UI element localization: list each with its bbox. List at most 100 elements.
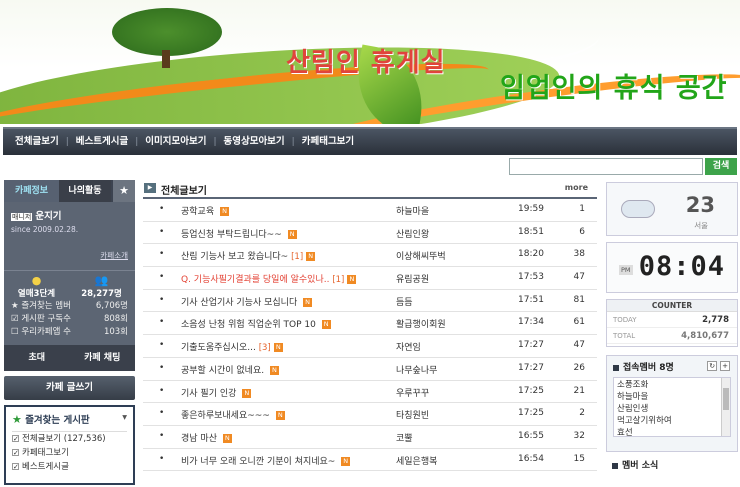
- cafe-rank: ● 열매3단계: [4, 274, 69, 299]
- manager-nickname[interactable]: 운지기: [35, 211, 61, 222]
- post-title[interactable]: 소음성 난청 위험 직업순위 TOP 10 N: [181, 317, 331, 330]
- bullet-icon: •: [159, 294, 165, 305]
- post-author[interactable]: 코뿔: [396, 431, 413, 444]
- banner-tree-trunk: [162, 50, 170, 68]
- weather-city: 서울: [694, 221, 708, 230]
- member-count[interactable]: 👥 28,277명: [69, 274, 134, 299]
- checkbox-icon: ✓: [12, 449, 19, 457]
- post-time: 18:20: [518, 249, 544, 260]
- online-member-list: 소풍조화 하늘마을 산림인생 먹고살기위하여 효선: [613, 377, 731, 437]
- counter-today: TODAY 2,778: [607, 312, 737, 328]
- post-row[interactable]: • 경남 마산 N 코뿔 16:55 32: [143, 426, 597, 449]
- post-title[interactable]: Q. 기능사필기결과를 당일에 알수있나.. [1] N: [181, 272, 357, 286]
- tab-cafe-info[interactable]: 카페정보: [4, 180, 59, 202]
- nav-videos[interactable]: 동영상모아보기: [216, 129, 291, 155]
- post-row[interactable]: • Q. 기능사필기결과를 당일에 알수있나.. [1] N 유림공원 17:53 47: [143, 267, 597, 290]
- cafe-action-buttons: 초대 카페 채팅: [4, 345, 135, 371]
- post-title[interactable]: 기출도움주십시오... [3] N: [181, 340, 283, 353]
- comment-count: [1]: [332, 275, 345, 286]
- checkbox-icon: ✓: [12, 435, 19, 443]
- bullet-icon: •: [159, 317, 165, 328]
- post-title[interactable]: 공부할 시간이 없네요. N: [181, 363, 279, 376]
- nav-best-posts[interactable]: 베스트게시글: [69, 129, 135, 155]
- favorite-board-item[interactable]: ✓ 카페태그보기: [12, 447, 127, 460]
- post-list-title[interactable]: 전체글보기: [161, 182, 207, 197]
- post-row[interactable]: • 등업신청 부탁드립니다~~ N 산림인왕 18:51 6: [143, 222, 597, 245]
- cafe-stats: ★ 즐겨찾는 멤버 6,706명 ☑ 게시판 구독수 808회 ☐ 우리카페앱 수1…: [4, 301, 135, 345]
- post-author[interactable]: 산림인왕: [396, 227, 429, 240]
- post-title[interactable]: 기사 산업기사 기능사 모십니다 N: [181, 295, 313, 308]
- post-author[interactable]: 유림공원: [396, 272, 429, 285]
- post-row[interactable]: • 기사 산업기사 기능사 모십니다 N 듬듬 17:51 81: [143, 290, 597, 313]
- post-title[interactable]: 경남 마산 N: [181, 431, 232, 444]
- post-title[interactable]: 좋은하루보내세요~~~ N: [181, 408, 285, 421]
- search-input[interactable]: [509, 158, 703, 175]
- post-row[interactable]: • 산림 기능사 보고 왔습니다~ [1] N 이상해씨뚜벅 18:20 38: [143, 244, 597, 268]
- write-post-button[interactable]: 카페 글쓰기: [4, 376, 135, 400]
- bullet-icon: •: [159, 453, 165, 464]
- nav-images[interactable]: 이미지모아보기: [138, 129, 213, 155]
- new-icon: N: [347, 275, 357, 285]
- online-member[interactable]: 산림인생: [617, 403, 727, 415]
- chevron-down-icon[interactable]: ▾: [122, 412, 127, 423]
- bullet-icon: •: [159, 408, 165, 419]
- post-author[interactable]: 활급행이회원: [396, 317, 446, 330]
- post-author[interactable]: 듬듬: [396, 295, 413, 308]
- invite-button[interactable]: 초대: [4, 345, 70, 371]
- post-author[interactable]: 자연임: [396, 340, 421, 353]
- post-title[interactable]: 공학교육 N: [181, 204, 229, 217]
- online-member[interactable]: 소풍조화: [617, 379, 727, 391]
- clock-widget: PM 08:04: [606, 242, 738, 293]
- post-row[interactable]: • 공부할 시간이 없네요. N 나무숲나무 17:27 26: [143, 358, 597, 381]
- post-row[interactable]: • 기출도움주십시오... [3] N 자연임 17:27 47: [143, 335, 597, 358]
- online-member[interactable]: 하늘마을: [617, 391, 727, 403]
- post-author[interactable]: 이상해씨뚜벅: [396, 249, 446, 262]
- star-icon: ★: [12, 413, 22, 426]
- post-views: 38: [573, 249, 585, 260]
- post-author[interactable]: 하늘마을: [396, 204, 429, 217]
- member-news-title: 멤버 소식: [606, 458, 738, 471]
- new-icon: N: [303, 297, 313, 307]
- bullet-icon: •: [159, 249, 165, 260]
- favorite-board-item[interactable]: ✓ 베스트게시글: [12, 461, 127, 474]
- favorite-boards-header[interactable]: ★ 즐겨찾는 게시판 ▾: [12, 412, 127, 432]
- post-row[interactable]: • 공학교육 N 하늘마을 19:59 1: [143, 199, 597, 222]
- post-time: 17:25: [518, 385, 544, 396]
- post-row[interactable]: • 기사 필기 인강 N 우루꾸꾸 17:25 21: [143, 381, 597, 404]
- more-link[interactable]: more: [565, 183, 588, 192]
- nav-all-posts[interactable]: 전체글보기: [8, 129, 66, 155]
- post-row[interactable]: • 소음성 난청 위험 직업순위 TOP 10 N 활급행이회원 17:34 61: [143, 312, 597, 336]
- favorite-board-item[interactable]: ✓ 전체글보기 (127,536): [12, 433, 127, 446]
- post-title[interactable]: 산림 기능사 보고 왔습니다~ [1] N: [181, 249, 316, 262]
- cafe-chat-button[interactable]: 카페 채팅: [70, 345, 136, 371]
- nav-tags[interactable]: 카페태그보기: [295, 129, 361, 155]
- refresh-icon[interactable]: ↻: [707, 361, 718, 371]
- bullet-icon: •: [159, 272, 165, 283]
- post-author[interactable]: 세일은행복: [396, 454, 437, 467]
- tab-my-activity[interactable]: 나의활동: [59, 180, 111, 202]
- post-time: 17:27: [518, 340, 544, 351]
- post-row[interactable]: • 좋은하루보내세요~~~ N 타칭원빈 17:25 2: [143, 403, 597, 426]
- post-title[interactable]: 등업신청 부탁드립니다~~ N: [181, 227, 297, 240]
- post-author[interactable]: 타칭원빈: [396, 408, 429, 421]
- new-icon: N: [273, 343, 283, 353]
- online-member[interactable]: 효선: [617, 427, 727, 436]
- post-row[interactable]: • 비가 너무 오래 오니깐 기분이 쳐지네요~ N 세일은행복 16:54 15: [143, 449, 597, 472]
- post-time: 18:51: [518, 226, 544, 237]
- scrollbar[interactable]: [721, 378, 730, 436]
- post-title[interactable]: 기사 필기 인강 N: [181, 386, 252, 399]
- post-time: 17:34: [518, 317, 544, 328]
- cafe-intro-link[interactable]: 카페소개: [100, 250, 128, 261]
- post-views: 15: [573, 453, 585, 464]
- new-icon: N: [275, 411, 285, 421]
- expand-icon[interactable]: +: [720, 361, 730, 371]
- bullet-icon: •: [159, 340, 165, 351]
- post-time: 16:55: [518, 430, 544, 441]
- online-member[interactable]: 먹고살기위하여: [617, 415, 727, 427]
- search-button[interactable]: 검색: [705, 158, 737, 175]
- post-views: 47: [573, 340, 585, 351]
- post-title[interactable]: 비가 너무 오래 오니깐 기분이 쳐지네요~ N: [181, 454, 351, 467]
- star-icon[interactable]: ★: [113, 180, 135, 202]
- post-author[interactable]: 우루꾸꾸: [396, 386, 429, 399]
- post-author[interactable]: 나무숲나무: [396, 363, 437, 376]
